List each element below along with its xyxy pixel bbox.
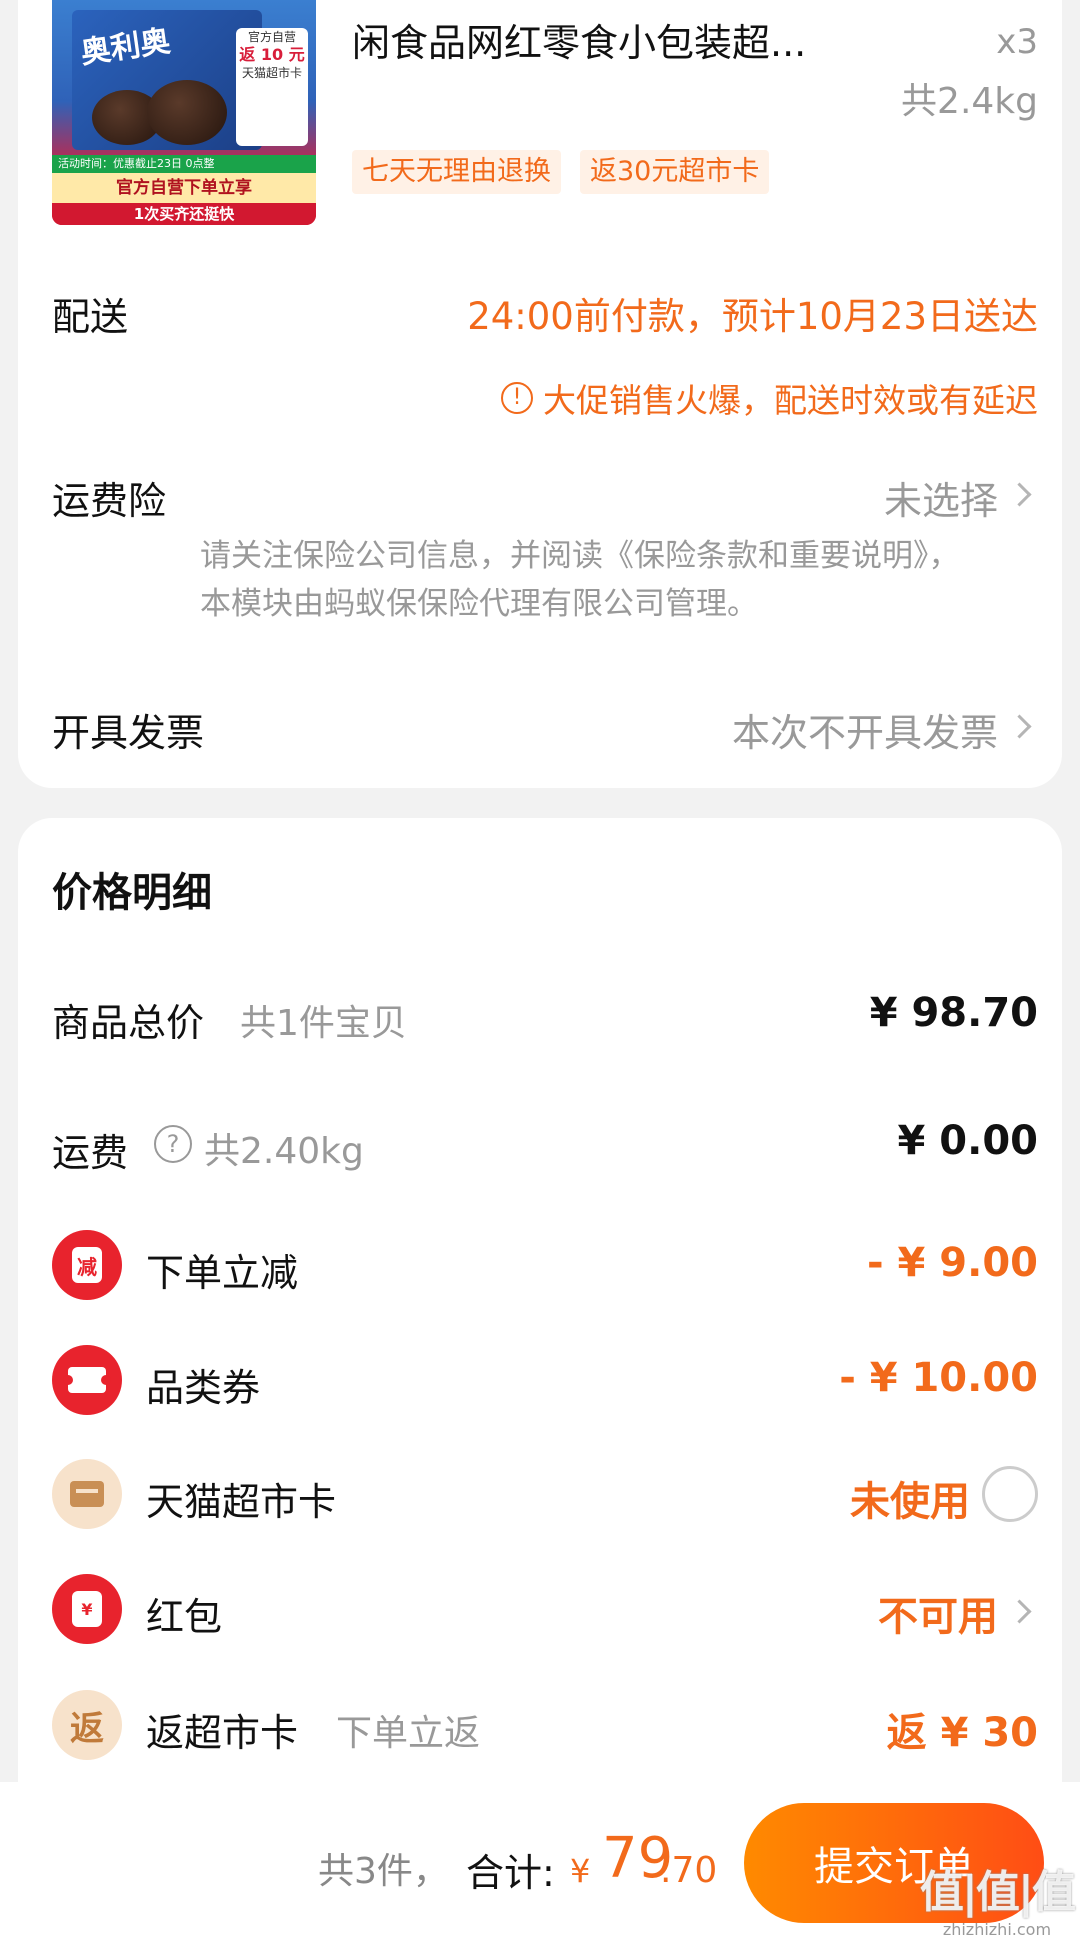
delivery-delay-note: ! 大促销售火爆，配送时效或有延迟 — [501, 374, 1038, 422]
market-card-icon — [52, 1459, 122, 1529]
promo-amount: 返 10 元 — [239, 45, 305, 64]
refund-card-value: 返 ¥ 30 — [886, 1710, 1038, 1756]
watermark: 值|值|值 zhizhizhi.com — [919, 1856, 1076, 1939]
shipping-fee-value: ¥ 0.00 — [897, 1118, 1038, 1164]
product-activity-strip: 活动时间：优惠截止23日 0点整 — [52, 155, 316, 173]
product-title[interactable]: 闲食品网红零食小包装超... — [352, 12, 806, 67]
insurance-note: 请关注保险公司信息，并阅读《保险条款和重要说明》，本模块由蚂蚁保保险代理有限公司… — [200, 538, 960, 622]
goods-count: 共1件宝贝 — [240, 1003, 407, 1044]
return-policy-tag: 七天无理由退换 — [352, 150, 561, 194]
category-coupon-value[interactable]: - ¥ 10.00 — [839, 1355, 1038, 1401]
shipping-insurance-value[interactable]: 未选择 — [884, 470, 998, 525]
instant-discount-value: - ¥ 9.00 — [867, 1240, 1038, 1286]
refund-card-icon: 返 — [52, 1690, 122, 1760]
shipping-weight: 共2.40kg — [204, 1131, 364, 1172]
watermark-logo: 值|值|值 — [919, 1867, 1076, 1918]
goods-total-label: 商品总价 — [52, 1001, 205, 1045]
invoice-value[interactable]: 本次不开具发票 — [732, 702, 998, 757]
product-image[interactable]: 奥利奥 官方自营 返 10 元 天猫超市卡 活动时间：优惠截止23日 0点整 官… — [52, 0, 316, 225]
red-packet-icon: ¥ — [52, 1574, 122, 1644]
product-quantity: x3 — [996, 22, 1038, 62]
item-count: 共3件， — [318, 1851, 449, 1892]
watermark-url: zhizhizhi.com — [942, 1920, 1052, 1939]
product-promo-box: 官方自营 返 10 元 天猫超市卡 — [236, 28, 308, 146]
refund-card-sub: 下单立返 — [336, 1713, 481, 1754]
product-bottom-strip: 1次买齐还挺快 — [52, 203, 316, 225]
cashback-tag: 返30元超市卡 — [580, 150, 770, 194]
category-coupon-label: 品类券 — [146, 1366, 261, 1410]
invoice-label: 开具发票 — [52, 711, 205, 755]
price-detail-card — [18, 818, 1062, 1808]
market-card-radio[interactable] — [982, 1466, 1038, 1522]
total-label: 合计: — [466, 1851, 555, 1895]
instant-discount-label: 下单立减 — [146, 1251, 299, 1295]
shipping-insurance-label: 运费险 — [52, 479, 167, 523]
total-amount-decimal: .70 — [660, 1850, 718, 1891]
discount-icon: 减 — [52, 1230, 122, 1300]
delivery-label: 配送 — [52, 295, 129, 339]
cookie-art — [147, 80, 227, 145]
coupon-icon — [52, 1345, 122, 1415]
goods-total-value: ¥ 98.70 — [869, 990, 1038, 1036]
help-icon[interactable]: ? — [154, 1125, 192, 1163]
market-card-status: 未使用 — [850, 1479, 970, 1525]
market-card-label: 天猫超市卡 — [146, 1480, 337, 1524]
refund-card-label: 返超市卡 — [146, 1711, 299, 1755]
total-currency: ¥ — [570, 1852, 591, 1890]
discount-icon-char: 减 — [72, 1247, 102, 1283]
delay-note-text: 大促销售火爆，配送时效或有延迟 — [543, 381, 1038, 420]
promo-sub: 天猫超市卡 — [241, 66, 302, 80]
refund-card-icon-char: 返 — [70, 1708, 104, 1749]
card-shape — [70, 1481, 104, 1507]
shipping-fee-label: 运费 — [52, 1131, 129, 1175]
delivery-estimate: 24:00前付款，预计10月23日送达 — [467, 295, 1038, 338]
red-packet-icon-char: ¥ — [72, 1591, 102, 1627]
promo-top: 官方自营 — [247, 30, 296, 44]
warning-icon: ! — [501, 382, 533, 414]
product-weight: 共2.4kg — [901, 81, 1038, 122]
product-main-strip: 官方自营下单立享 — [52, 173, 316, 203]
price-detail-title: 价格明细 — [52, 870, 212, 916]
red-packet-status[interactable]: 不可用 — [878, 1584, 998, 1642]
red-packet-label: 红包 — [146, 1595, 223, 1639]
ticket-shape — [63, 1367, 111, 1393]
